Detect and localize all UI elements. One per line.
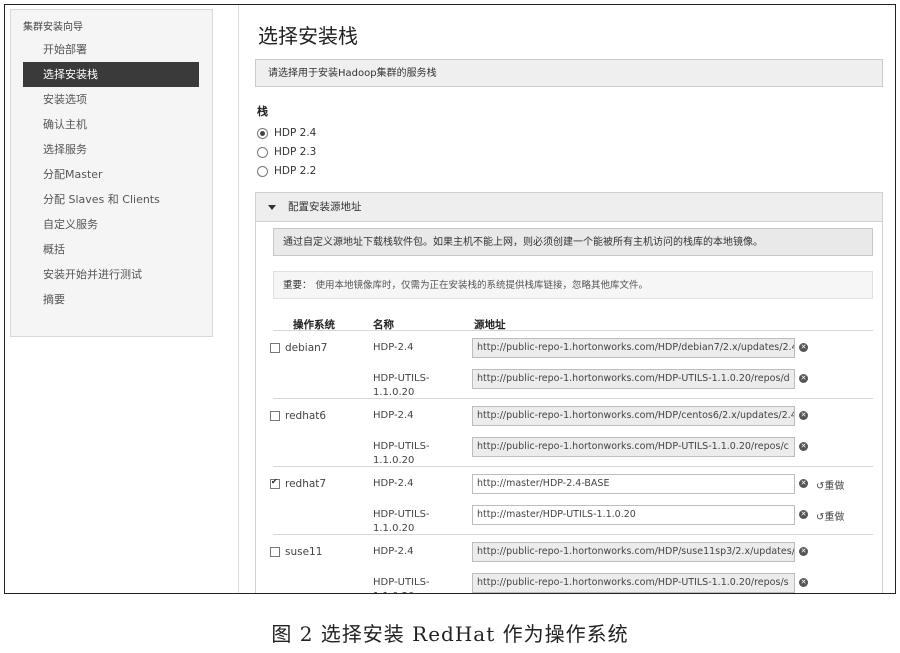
repo-name: HDP-2.4 (373, 478, 414, 489)
repo-note: 重要： 使用本地镜像库时，仅需为正在安装栈的系统提供栈库链接，忽略其他库文件。 (273, 271, 873, 299)
repo-panel: 配置安装源地址 通过自定义源地址下载栈软件包。如果主机不能上网，则必须创建一个能… (255, 192, 883, 593)
sidebar-item[interactable]: 确认主机 (23, 112, 199, 137)
stack-option[interactable]: HDP 2.4 (257, 127, 316, 139)
repo-url-input[interactable]: http://public-repo-1.hortonworks.com/HDP… (472, 542, 795, 562)
clear-icon[interactable]: ✕ (799, 479, 808, 488)
divider (238, 5, 239, 593)
os-checkbox-row[interactable]: redhat7 (270, 477, 327, 490)
os-label: redhat7 (285, 478, 327, 490)
clear-icon[interactable]: ✕ (799, 578, 808, 587)
os-label: debian7 (285, 342, 328, 354)
radio-button[interactable] (257, 165, 268, 177)
row-divider (273, 398, 873, 399)
stack-option-label: HDP 2.2 (274, 165, 317, 177)
stack-option-label: HDP 2.3 (274, 146, 317, 158)
undo-label: 重做 (824, 481, 845, 492)
note-label: 重要： (283, 280, 312, 291)
os-checkbox[interactable] (270, 477, 280, 489)
sidebar-item[interactable]: 安装开始并进行测试 (23, 262, 199, 287)
hint-bar: 请选择用于安装Hadoop集群的服务栈 (255, 59, 883, 87)
stack-option[interactable]: HDP 2.2 (257, 165, 316, 177)
os-checkbox-row[interactable]: debian7 (270, 342, 327, 354)
clear-icon[interactable]: ✕ (799, 374, 808, 383)
row-divider (273, 466, 873, 467)
repo-info: 通过自定义源地址下载栈软件包。如果主机不能上网，则必须创建一个能被所有主机访问的… (273, 228, 873, 256)
os-label: suse11 (285, 546, 323, 558)
caret-down-icon (268, 204, 276, 210)
repo-panel-header[interactable]: 配置安装源地址 (256, 193, 882, 222)
clear-icon[interactable]: ✕ (799, 411, 808, 420)
clear-icon[interactable]: ✕ (799, 343, 808, 352)
sidebar-item[interactable]: 选择服务 (23, 137, 199, 162)
repo-name: HDP-UTILS-1.1.0.20 (373, 373, 430, 398)
repo-panel-title: 配置安装源地址 (288, 201, 362, 213)
radio-button[interactable] (257, 127, 268, 139)
repo-name: HDP-UTILS-1.1.0.20 (373, 509, 430, 534)
stack-label: 栈 (257, 105, 268, 118)
wizard-sidebar: 集群安装向导 开始部署 选择安装栈 安装选项 确认主机 选择服务 分配Master 分配 S… (10, 9, 213, 337)
sidebar-item[interactable]: 分配 Slaves 和 Clients (23, 187, 199, 212)
sidebar-title: 集群安装向导 (23, 22, 83, 33)
page-title: 选择安装栈 (258, 24, 358, 48)
repo-name: HDP-2.4 (373, 342, 414, 353)
repo-url-input[interactable]: http://public-repo-1.hortonworks.com/HDP… (472, 573, 795, 593)
clear-icon[interactable]: ✕ (799, 547, 808, 556)
repo-url-input[interactable]: http://master/HDP-UTILS-1.1.0.20 (472, 505, 795, 525)
repo-url-input[interactable]: http://master/HDP-2.4-BASE (472, 474, 795, 494)
repo-url-input[interactable]: http://public-repo-1.hortonworks.com/HDP… (472, 338, 795, 358)
sidebar-item[interactable]: 概括 (23, 237, 199, 262)
repo-url-input[interactable]: http://public-repo-1.hortonworks.com/HDP… (472, 406, 795, 426)
os-checkbox[interactable] (270, 547, 280, 557)
os-label: redhat6 (285, 410, 327, 422)
row-divider (273, 534, 873, 535)
sidebar-item[interactable]: 分配Master (23, 162, 199, 187)
note-text: 使用本地镜像库时，仅需为正在安装栈的系统提供栈库链接，忽略其他库文件。 (315, 280, 649, 291)
stack-option[interactable]: HDP 2.3 (257, 146, 316, 158)
repo-url-input[interactable]: http://public-repo-1.hortonworks.com/HDP… (472, 369, 795, 389)
sidebar-item[interactable]: 摘要 (23, 287, 199, 312)
sidebar-item[interactable]: 开始部署 (23, 37, 199, 62)
screenshot-frame: 集群安装向导 开始部署 选择安装栈 安装选项 确认主机 选择服务 分配Master 分配 S… (4, 4, 896, 594)
repo-name: HDP-2.4 (373, 410, 414, 421)
undo-button[interactable]: ↺重做 (816, 508, 844, 523)
sidebar-item[interactable]: 安装选项 (23, 87, 199, 112)
os-checkbox-row[interactable]: suse11 (270, 546, 322, 558)
repo-url-input[interactable]: http://public-repo-1.hortonworks.com/HDP… (472, 437, 795, 457)
sidebar-item[interactable]: 选择安装栈 (23, 62, 199, 87)
sidebar-item[interactable]: 自定义服务 (23, 212, 199, 237)
undo-button[interactable]: ↺重做 (816, 477, 844, 492)
clear-icon[interactable]: ✕ (799, 510, 808, 519)
repo-name: HDP-UTILS-1.1.0.20 (373, 577, 430, 593)
stack-option-label: HDP 2.4 (274, 127, 317, 139)
repo-name: HDP-2.4 (373, 546, 414, 557)
os-checkbox-row[interactable]: redhat6 (270, 410, 326, 422)
clear-icon[interactable]: ✕ (799, 442, 808, 451)
os-checkbox[interactable] (270, 343, 280, 353)
undo-label: 重做 (824, 512, 845, 523)
radio-button[interactable] (257, 146, 268, 158)
os-checkbox[interactable] (270, 411, 280, 421)
figure-caption: 图 2 选择安装 RedHat 作为操作系统 (271, 622, 629, 646)
repo-name: HDP-UTILS-1.1.0.20 (373, 441, 430, 466)
row-divider (273, 330, 873, 331)
